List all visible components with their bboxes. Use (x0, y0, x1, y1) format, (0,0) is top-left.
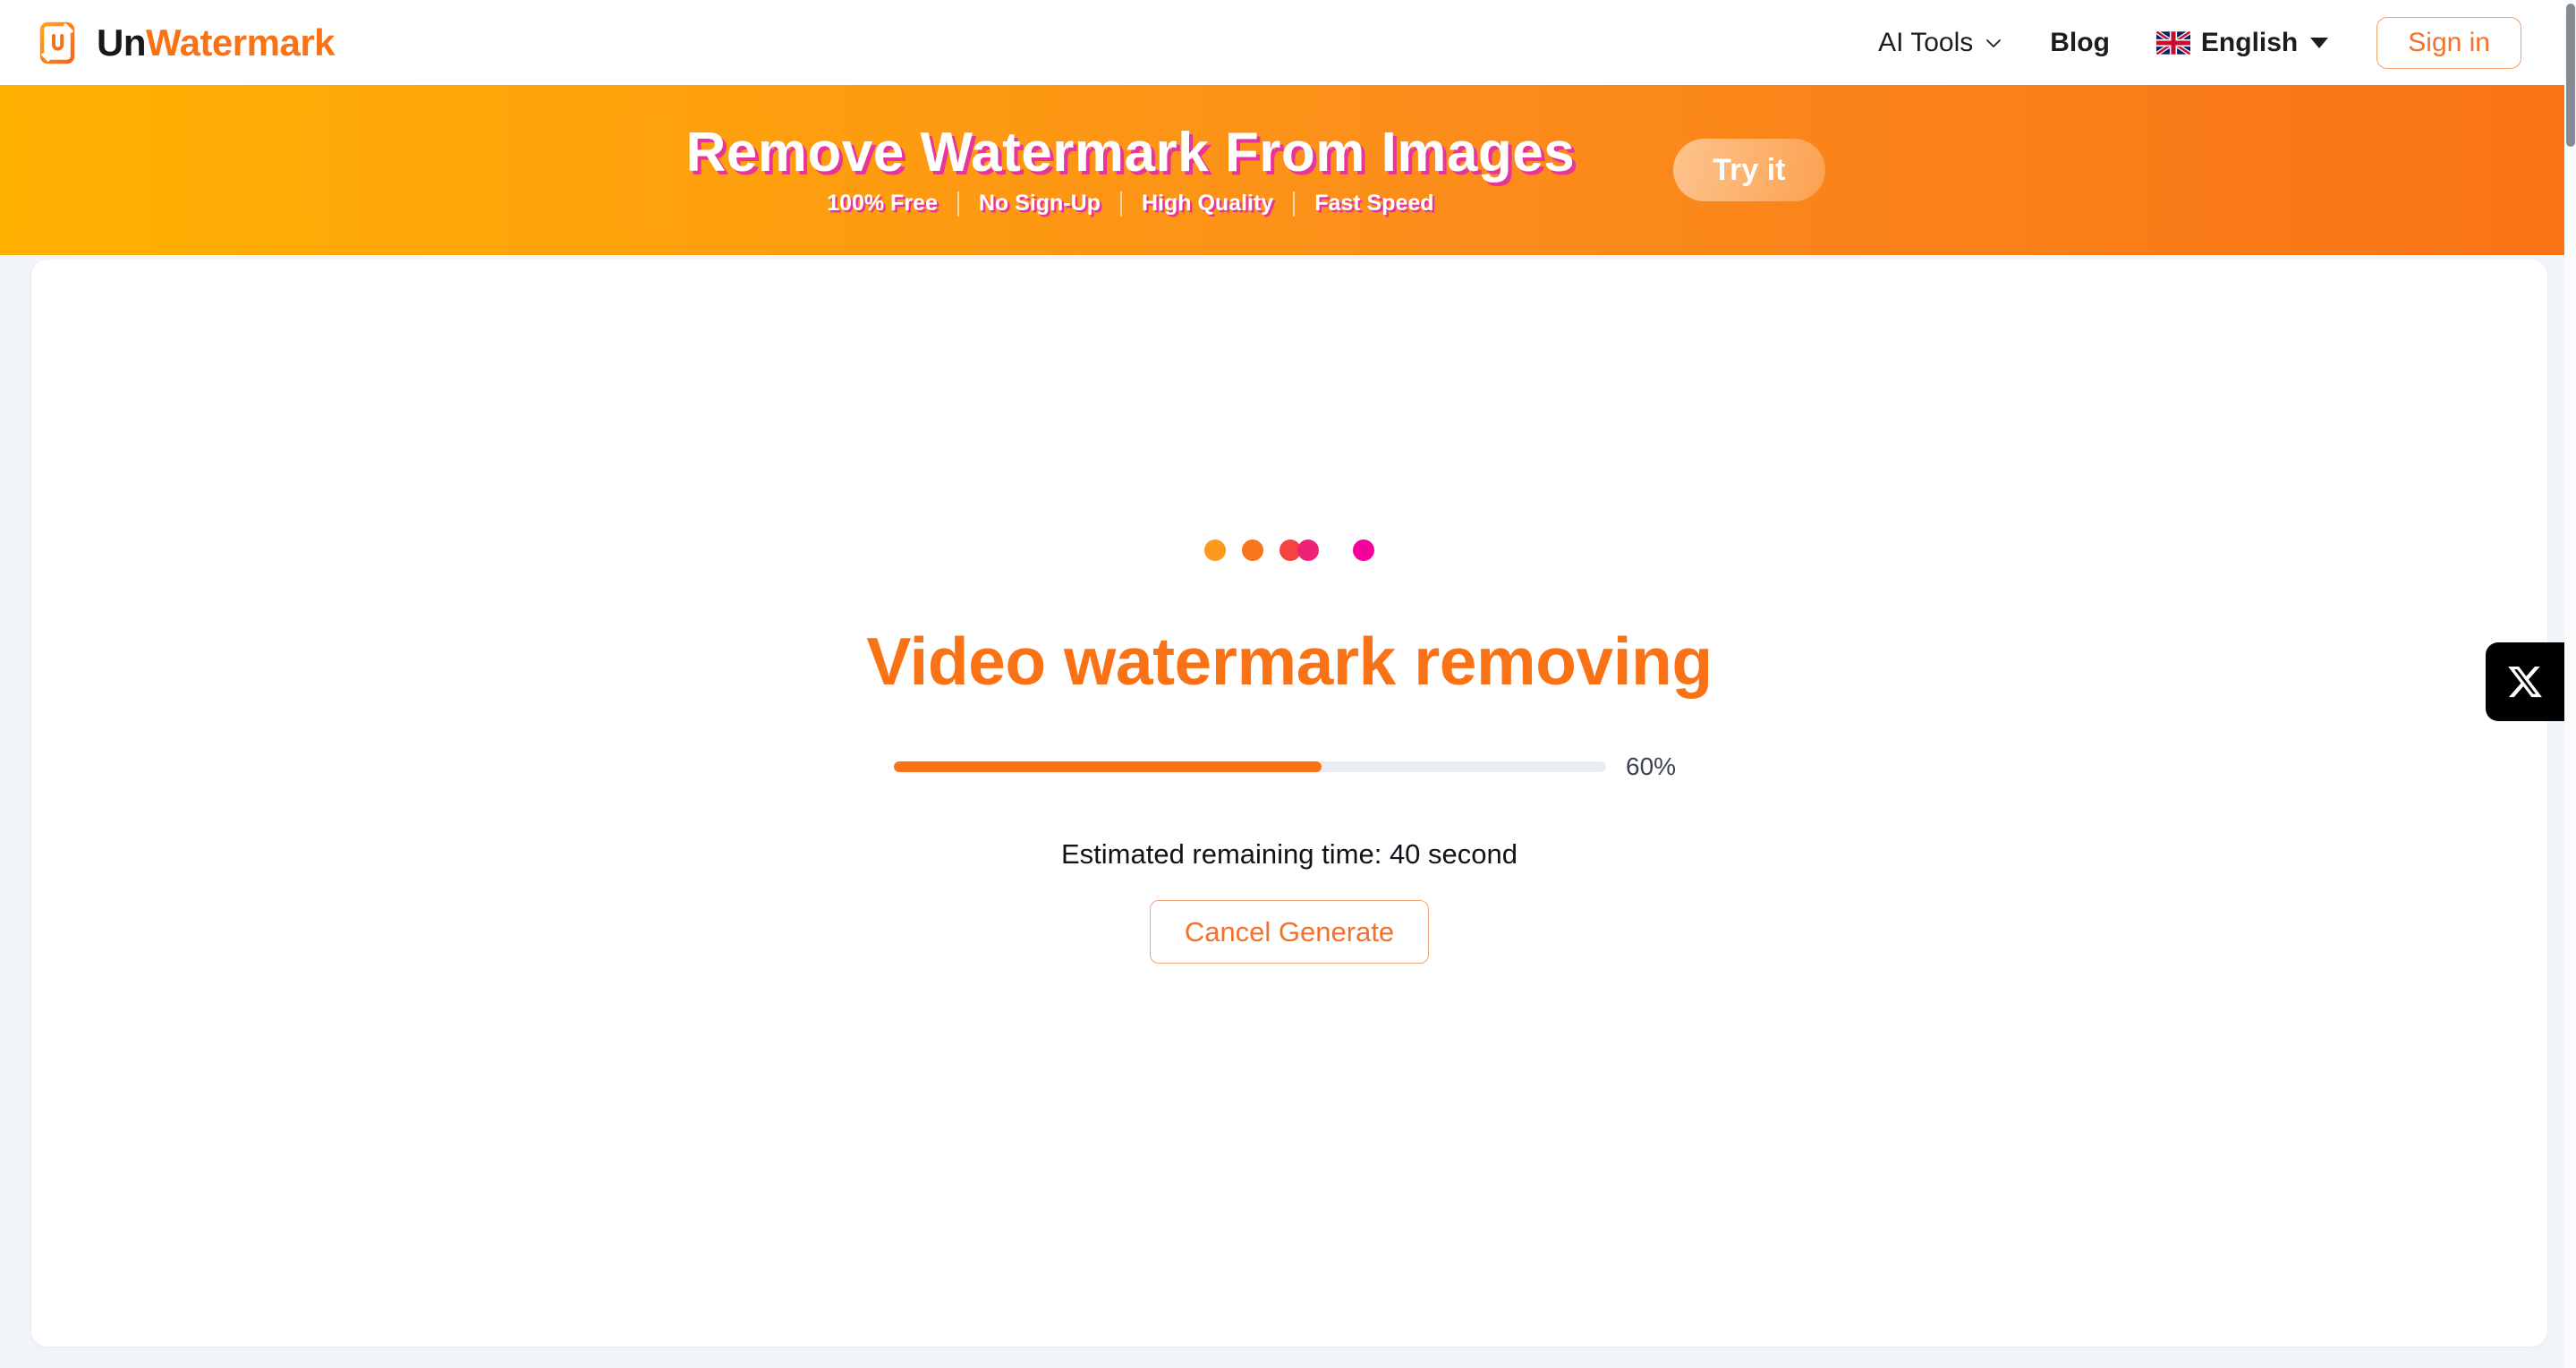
chevron-down-icon (1984, 33, 2003, 53)
main-nav: AI Tools Blog English Sign in (1855, 16, 2521, 69)
nav-item-ai-tools-label: AI Tools (1878, 27, 1974, 57)
progress-percent-label: 60% (1626, 752, 1677, 780)
promo-feature-fast-speed: Fast Speed (1314, 191, 1434, 217)
loading-dots (1204, 537, 1374, 564)
progress-row: 60% (894, 752, 1685, 780)
promo-banner-copy: Remove Watermark From Images 100% Free N… (685, 122, 1576, 217)
sign-in-button[interactable]: Sign in (2376, 16, 2521, 69)
promo-banner: Remove Watermark From Images 100% Free N… (0, 85, 2564, 255)
promo-feature-no-signup: No Sign-Up (978, 191, 1101, 217)
content-card: Video watermark removing 60% Estimated r… (31, 259, 2547, 1347)
page-root: UnWatermark AI Tools Blog English Sign i… (0, 0, 2576, 1368)
logo-text-un: Un (97, 21, 147, 64)
progress-bar-fill (894, 760, 1322, 772)
estimated-time-text: Estimated remaining time: 40 second (1060, 837, 1518, 870)
promo-banner-features: 100% Free No Sign-Up High Quality Fast S… (807, 191, 1453, 217)
promo-banner-title: Remove Watermark From Images (685, 122, 1576, 184)
logo-text: UnWatermark (97, 21, 336, 64)
processing-panel: Video watermark removing 60% Estimated r… (31, 259, 2547, 1347)
caret-down-icon (2310, 37, 2329, 48)
language-selector[interactable]: English (2133, 28, 2351, 58)
nav-item-blog-label: Blog (2050, 27, 2110, 57)
promo-feature-high-quality: High Quality (1141, 191, 1274, 217)
language-label: English (2200, 27, 2299, 57)
cancel-generate-button[interactable]: Cancel Generate (1149, 899, 1430, 964)
page-title: Video watermark removing (866, 624, 1713, 699)
promo-banner-inner: Remove Watermark From Images 100% Free N… (685, 122, 1825, 217)
try-it-button[interactable]: Try it (1673, 139, 1825, 201)
nav-item-ai-tools[interactable]: AI Tools (1855, 28, 2027, 58)
x-twitter-icon (2506, 663, 2544, 701)
loading-dot-2 (1242, 540, 1263, 561)
promo-feature-free: 100% Free (827, 191, 938, 217)
x-share-widget[interactable] (2486, 642, 2564, 721)
logo[interactable]: UnWatermark (38, 21, 336, 65)
loading-dot-1 (1204, 540, 1226, 561)
scrollbar[interactable] (2564, 0, 2576, 1368)
uk-flag-icon (2155, 30, 2190, 55)
progress-bar (894, 760, 1606, 772)
nav-item-blog[interactable]: Blog (2027, 28, 2133, 58)
unwatermark-logo-icon (38, 21, 82, 65)
loading-dot-5 (1353, 540, 1374, 561)
scrollbar-thumb[interactable] (2566, 4, 2575, 147)
logo-text-watermark: Watermark (146, 21, 336, 64)
site-header: UnWatermark AI Tools Blog English Sign i… (0, 0, 2564, 85)
loading-dot-4 (1297, 540, 1319, 561)
